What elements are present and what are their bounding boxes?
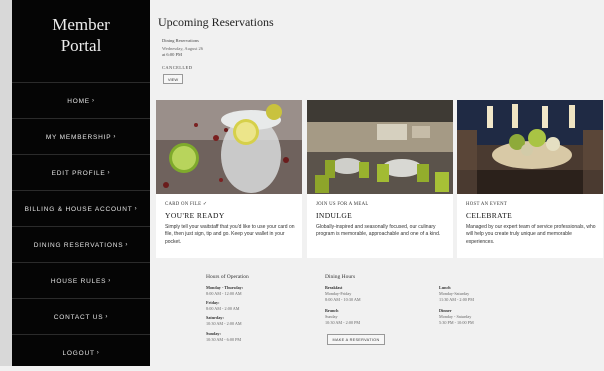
event-table-photo	[457, 100, 603, 194]
chevron-right-icon: ›	[107, 170, 111, 176]
sidebar-item-label: EDIT PROFILE	[51, 169, 106, 177]
dinner-hours: 5:30 PM - 10:00 PM	[439, 320, 474, 325]
sidebar-item-my-membership[interactable]: MY MEMBERSHIP ›	[12, 118, 150, 155]
sidebar-item-label: CONTACT US	[53, 313, 104, 321]
brand-line-2: Portal	[60, 36, 102, 55]
hours-value: 10:30 AM - 6:00 PM	[206, 337, 242, 342]
card-category: JOIN US FOR A MEAL	[316, 202, 369, 207]
hours-label: Monday - Thursday:	[206, 285, 244, 290]
chevron-right-icon: ›	[108, 278, 112, 284]
view-reservation-button[interactable]: VIEW	[163, 74, 183, 84]
sidebar-item-edit-profile[interactable]: EDIT PROFILE ›	[12, 154, 150, 191]
chevron-right-icon: ›	[113, 134, 117, 140]
breakfast-hours: 8:00 AM - 10:30 AM	[325, 297, 361, 302]
dining-room-photo	[307, 100, 453, 194]
sidebar-item-label: HOME	[67, 97, 90, 105]
hours-value: 10:30 AM - 2:00 AM	[206, 321, 242, 326]
hours-label: Saturday:	[206, 315, 224, 320]
lunch-days: Monday-Saturday	[439, 291, 470, 296]
indulge-card: JOIN US FOR A MEAL INDULGE Globally-insp…	[307, 100, 453, 258]
card-body: Simply tell your waitstaff that you'd li…	[165, 224, 295, 245]
sidebar-item-house-rules[interactable]: HOUSE RULES ›	[12, 262, 150, 299]
reservation-label: Dining Reservations	[162, 38, 199, 43]
sidebar-item-billing[interactable]: BILLING & HOUSE ACCOUNT ›	[12, 190, 150, 227]
sidebar-item-label: HOUSE RULES	[50, 277, 107, 285]
card-title: INDULGE	[316, 211, 353, 220]
make-reservation-button[interactable]: MAKE A RESERVATION	[327, 334, 385, 345]
brunch-label: Brunch	[325, 308, 339, 313]
cocktail-photo	[156, 100, 302, 194]
chevron-right-icon: ›	[105, 314, 109, 320]
brand-logo[interactable]: Member Portal	[12, 14, 150, 56]
sidebar-item-logout[interactable]: LOGOUT ›	[12, 334, 150, 371]
page-title: Upcoming Reservations	[158, 15, 274, 29]
card-category: CARD ON FILE ✓	[165, 202, 208, 207]
sidebar-item-label: BILLING & HOUSE ACCOUNT	[24, 205, 133, 213]
brunch-days: Sunday	[325, 314, 338, 319]
reservation-time: at 6:00 PM	[162, 52, 183, 57]
chevron-right-icon: ›	[125, 242, 129, 248]
lunch-label: Lunch	[439, 285, 451, 290]
sidebar-item-dining-reservations[interactable]: DINING RESERVATIONS ›	[12, 226, 150, 263]
dining-hours-heading: Dining Hours	[325, 274, 356, 280]
hours-label: Friday:	[206, 300, 220, 305]
card-body: Managed by our expert team of service pr…	[466, 224, 596, 245]
chevron-right-icon: ›	[91, 98, 95, 104]
brunch-hours: 10:30 AM - 2:00 PM	[325, 320, 361, 325]
card-category: HOST AN EVENT	[466, 202, 508, 207]
reservation-date: Wednesday, August 26	[162, 46, 203, 51]
breakfast-label: Breakfast	[325, 285, 343, 290]
brand-line-1: Member	[52, 15, 110, 34]
sidebar-item-label: MY MEMBERSHIP	[45, 133, 112, 141]
sidebar-item-home[interactable]: HOME ›	[12, 82, 150, 119]
card-title: CELEBRATE	[466, 211, 513, 220]
sidebar-item-label: DINING RESERVATIONS	[33, 241, 124, 249]
reservation-status: CANCELLED	[162, 65, 193, 70]
dinner-days: Monday - Saturday	[439, 314, 472, 319]
hours-value: 8:00 AM - 12:00 AM	[206, 291, 242, 296]
card-on-file-card: CARD ON FILE ✓ YOU'RE READY Simply tell …	[156, 100, 302, 258]
hours-value: 8:00 AM - 2:00 AM	[206, 306, 240, 311]
sidebar-item-contact-us[interactable]: CONTACT US ›	[12, 298, 150, 335]
hours-of-operation-heading: Hours of Operation	[206, 274, 249, 280]
breakfast-days: Monday-Friday	[325, 291, 352, 296]
hours-label: Sunday:	[206, 331, 221, 336]
chevron-right-icon: ›	[96, 350, 100, 356]
celebrate-card: HOST AN EVENT CELEBRATE Managed by our e…	[457, 100, 603, 258]
dinner-label: Dinner	[439, 308, 452, 313]
card-body: Globally-inspired and seasonally focused…	[316, 224, 441, 238]
main-content: Upcoming Reservations Dining Reservation…	[156, 0, 604, 366]
lunch-hours: 11:30 AM - 2:00 PM	[439, 297, 474, 302]
sidebar-item-label: LOGOUT	[62, 349, 95, 357]
sidebar: Member Portal HOME › MY MEMBERSHIP › EDI…	[12, 0, 150, 366]
card-title: YOU'RE READY	[165, 211, 225, 220]
chevron-right-icon: ›	[134, 206, 138, 212]
